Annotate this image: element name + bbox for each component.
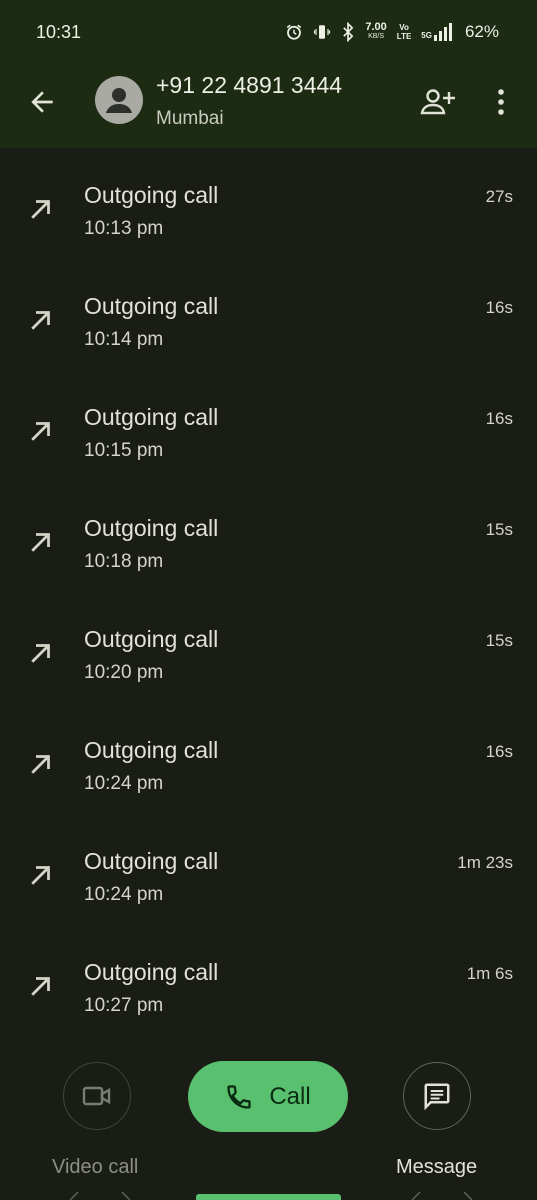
call-item[interactable]: Outgoing call 10:27 pm 1m 6s [0, 925, 537, 1036]
call-duration: 27s [485, 187, 513, 206]
call-time: 10:14 pm [84, 329, 164, 350]
more-vert-icon [498, 89, 504, 115]
outgoing-arrow-icon [31, 644, 50, 663]
bluetooth-icon [343, 22, 354, 42]
call-type: Outgoing call [84, 737, 219, 763]
message-label: Message [396, 1156, 478, 1178]
call-duration: 16s [485, 742, 513, 761]
back-button[interactable] [26, 86, 58, 118]
call-duration: 15s [485, 520, 513, 539]
call-item[interactable]: Outgoing call 10:13 pm 27s [0, 148, 537, 259]
outgoing-arrow-icon [31, 422, 50, 441]
outgoing-arrow-icon [31, 311, 50, 330]
call-type: Outgoing call [84, 848, 219, 874]
signal-indicator: 5G [421, 23, 455, 41]
vibrate-icon [314, 25, 331, 39]
signal-icon [433, 23, 452, 41]
call-duration: 16s [485, 409, 513, 428]
call-type: Outgoing call [84, 515, 219, 541]
status-bar: 10:31 7.00 KB/S Vo LTE 5G 62% [0, 0, 537, 64]
call-history-list: Outgoing call 10:13 pm 27s Outgoing call… [0, 148, 537, 1036]
status-icons: 7.00 KB/S Vo LTE 5G 62% [285, 22, 499, 42]
call-type: Outgoing call [84, 293, 219, 319]
call-duration: 16s [485, 298, 513, 317]
video-call-button[interactable] [63, 1062, 131, 1130]
add-contact-button[interactable] [420, 86, 456, 118]
volte-bottom: LTE [396, 32, 412, 41]
call-type: Outgoing call [84, 959, 219, 985]
message-button[interactable] [403, 1062, 471, 1130]
call-type: Outgoing call [84, 404, 219, 430]
scroll-hint-left [70, 1191, 130, 1200]
battery-level: 62% [464, 22, 499, 41]
video-call-label: Video call [52, 1156, 139, 1178]
call-button-label: Call [269, 1082, 311, 1110]
more-options-button[interactable] [488, 86, 514, 118]
contact-location: Mumbai [156, 108, 224, 129]
back-arrow-icon [31, 91, 53, 113]
outgoing-arrow-icon [31, 866, 50, 885]
network-type: 5G [421, 31, 432, 40]
volte-indicator: Vo LTE [397, 23, 412, 41]
add-person-icon [420, 89, 455, 115]
outgoing-arrow-icon [31, 755, 50, 774]
call-time: 10:18 pm [84, 551, 164, 572]
call-item[interactable]: Outgoing call 10:18 pm 15s [0, 481, 537, 592]
call-time: 10:24 pm [84, 884, 164, 905]
call-type: Outgoing call [84, 626, 219, 652]
videocam-icon [82, 1086, 111, 1106]
call-time: 10:15 pm [84, 440, 164, 461]
network-speed: 7.00 KB/S [365, 21, 387, 41]
call-time: 10:27 pm [84, 995, 164, 1016]
call-item[interactable]: Outgoing call 10:24 pm 1m 23s [0, 814, 537, 925]
call-button-shadow [196, 1194, 341, 1200]
call-item[interactable]: Outgoing call 10:24 pm 16s [0, 703, 537, 814]
status-time: 10:31 [36, 21, 82, 42]
call-time: 10:13 pm [84, 218, 164, 239]
outgoing-arrow-icon [31, 977, 50, 996]
call-time: 10:20 pm [84, 662, 164, 683]
outgoing-arrow-icon [31, 200, 50, 219]
phone-icon [227, 1084, 251, 1109]
call-type: Outgoing call [84, 182, 219, 208]
call-item[interactable]: Outgoing call 10:14 pm 16s [0, 259, 537, 370]
volte-top: Vo [399, 23, 409, 32]
person-icon [106, 88, 132, 113]
call-item[interactable]: Outgoing call 10:15 pm 16s [0, 370, 537, 481]
avatar [95, 76, 143, 124]
call-duration: 1m 23s [457, 853, 513, 872]
outgoing-arrow-icon [31, 533, 50, 552]
call-duration: 1m 6s [466, 964, 513, 983]
message-icon [424, 1083, 450, 1111]
contact-number: +91 22 4891 3444 [156, 72, 343, 98]
call-time: 10:24 pm [84, 773, 164, 794]
call-button[interactable]: Call [188, 1061, 348, 1132]
network-speed-unit: KB/S [368, 33, 385, 40]
alarm-icon [287, 24, 302, 40]
call-duration: 15s [485, 631, 513, 650]
app-bar: +91 22 4891 3444 Mumbai [0, 64, 537, 148]
scroll-hint-right [412, 1191, 472, 1200]
bottom-action-bar: Call Video call Message [0, 1050, 537, 1200]
network-speed-value: 7.00 [365, 21, 387, 33]
call-item[interactable]: Outgoing call 10:20 pm 15s [0, 592, 537, 703]
